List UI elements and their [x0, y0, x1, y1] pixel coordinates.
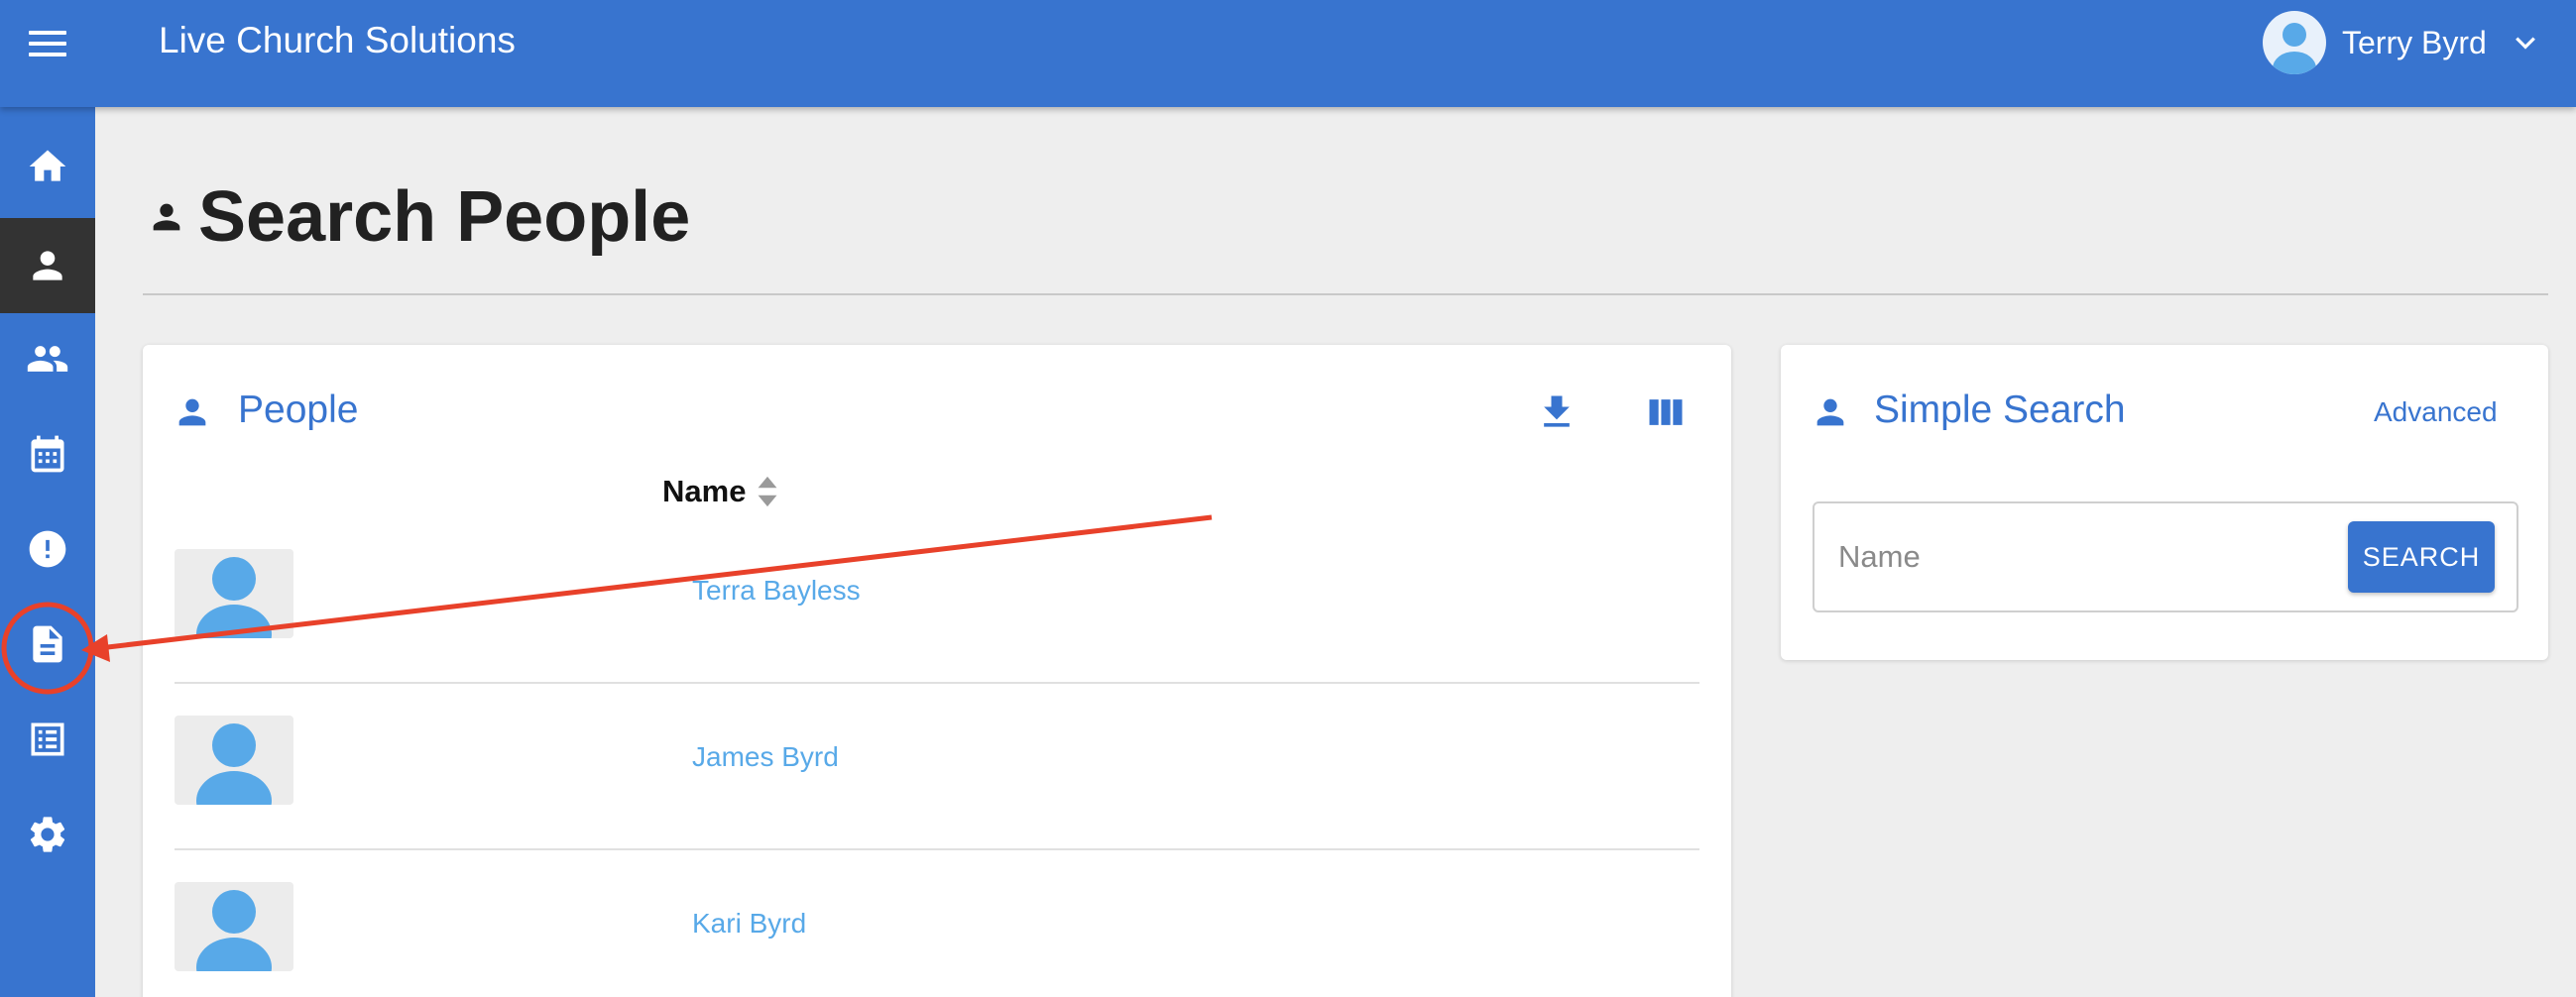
top-app-bar: Live Church Solutions Terry Byrd [0, 0, 2576, 107]
sidebar-item-calendar[interactable] [0, 406, 95, 501]
sidebar-item-forms[interactable] [0, 597, 95, 692]
alert-icon [29, 530, 66, 568]
person-placeholder-icon [196, 723, 272, 805]
person-icon [178, 398, 206, 426]
person-placeholder-icon [196, 557, 272, 638]
person-placeholder-icon [196, 890, 272, 971]
name-search-input[interactable] [1838, 529, 2334, 585]
list-icon [31, 722, 64, 756]
name-column-header[interactable]: Name [662, 474, 779, 509]
sort-icon [758, 476, 777, 507]
user-name: Terry Byrd [2342, 24, 2487, 60]
page-title: Search People [198, 177, 691, 257]
table-row: Kari Byrd [175, 852, 1699, 997]
person-photo[interactable] [175, 882, 293, 971]
document-icon [33, 625, 62, 663]
name-column-label: Name [662, 474, 747, 508]
sidebar-item-home[interactable] [0, 119, 95, 214]
people-card: People Name Terra Bayless James Byrd Kar… [143, 345, 1731, 997]
person-icon [1816, 398, 1844, 426]
person-name-link[interactable]: James Byrd [692, 741, 839, 773]
table-row: Terra Bayless [175, 519, 1699, 684]
download-icon[interactable] [1535, 390, 1579, 434]
simple-search-card: Simple Search Advanced SEARCH [1781, 345, 2548, 660]
hamburger-menu-icon[interactable] [22, 22, 75, 65]
settings-icon [30, 817, 65, 852]
columns-icon[interactable] [1644, 390, 1688, 434]
sidebar-item-reports[interactable] [0, 692, 95, 787]
chevron-down-icon [2515, 37, 2535, 50]
simple-search-title: Simple Search [1874, 388, 2126, 431]
page-divider [143, 293, 2548, 295]
person-icon [153, 203, 180, 231]
user-menu[interactable]: Terry Byrd [2263, 10, 2540, 75]
table-row: James Byrd [175, 686, 1699, 850]
people-icon [27, 346, 68, 372]
sidebar-item-groups[interactable] [0, 311, 95, 406]
sidebar-nav [0, 107, 95, 997]
page-heading: Search People [147, 176, 690, 258]
calendar-icon [31, 435, 64, 473]
user-avatar-icon [2263, 11, 2326, 74]
person-icon [33, 251, 62, 280]
home-icon [29, 150, 66, 181]
person-name-link[interactable]: Terra Bayless [692, 575, 861, 607]
person-photo[interactable] [175, 549, 293, 638]
sidebar-item-settings[interactable] [0, 787, 95, 882]
person-photo[interactable] [175, 716, 293, 805]
people-card-title: People [238, 388, 359, 431]
sidebar-item-alerts[interactable] [0, 501, 95, 597]
sidebar-item-people[interactable] [0, 218, 95, 313]
search-field-group: SEARCH [1813, 501, 2518, 612]
advanced-search-link[interactable]: Advanced [2374, 396, 2498, 428]
person-name-link[interactable]: Kari Byrd [692, 908, 806, 940]
app-title: Live Church Solutions [159, 20, 516, 60]
search-button[interactable]: SEARCH [2348, 521, 2495, 593]
